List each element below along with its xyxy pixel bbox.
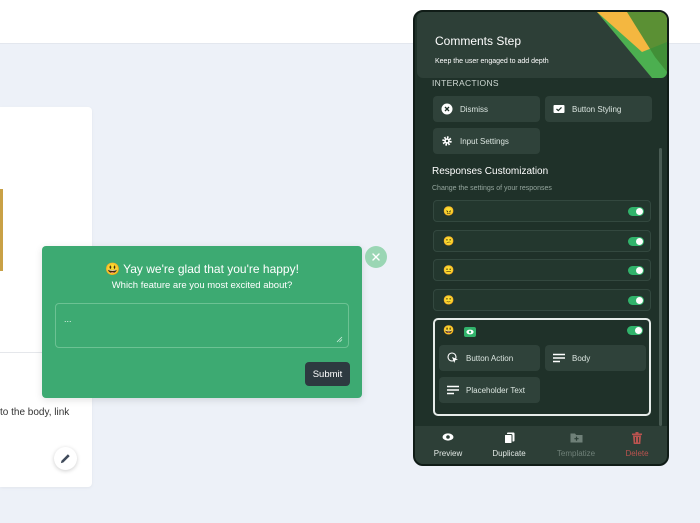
- input-settings-button[interactable]: Input Settings: [433, 128, 540, 154]
- copy-icon: [479, 432, 539, 445]
- body-label: Body: [572, 353, 591, 363]
- popup-subtitle: Which feature are you most excited about…: [111, 280, 293, 291]
- popup-title-text: Yay we're glad that you're happy!: [123, 262, 299, 276]
- input-settings-label: Input Settings: [460, 136, 509, 146]
- text-lines-icon: [447, 384, 459, 396]
- responses-title: Responses Customization: [432, 166, 549, 177]
- pointer-click-icon: [447, 352, 459, 364]
- response-row[interactable]: 😠: [433, 200, 651, 222]
- response-emoji: 😃: [443, 325, 455, 335]
- text-lines-icon: [553, 352, 565, 364]
- button-styling-button[interactable]: Button Styling: [545, 96, 652, 122]
- survey-popup: 😃 Yay we're glad that you're happy! Whic…: [42, 246, 362, 398]
- response-row[interactable]: 🙂: [433, 289, 651, 311]
- preview-eye-icon[interactable]: [464, 327, 476, 337]
- dismiss-button[interactable]: Dismiss: [433, 96, 540, 122]
- response-emoji: 😠: [443, 206, 455, 216]
- response-row[interactable]: 😐: [433, 259, 651, 281]
- gear-icon: [441, 135, 453, 147]
- preview-label: Preview: [433, 449, 463, 458]
- response-toggle[interactable]: [628, 266, 644, 275]
- eye-icon: [418, 432, 478, 445]
- card-body-text: to the body, link: [0, 407, 70, 418]
- folder-plus-icon: [546, 432, 606, 445]
- placeholder-text-button[interactable]: Placeholder Text: [439, 377, 540, 403]
- panel-header: Comments Step Keep the user engaged to a…: [417, 12, 667, 78]
- comment-textarea[interactable]: ...: [55, 303, 349, 348]
- panel-scrollbar[interactable]: [659, 148, 662, 426]
- popup-close-button[interactable]: [365, 246, 387, 268]
- close-icon: [372, 253, 380, 261]
- button-action-button[interactable]: Button Action: [439, 345, 540, 371]
- edit-button[interactable]: [54, 447, 77, 470]
- popup-emoji: 😃: [105, 262, 120, 276]
- templatize-button[interactable]: Templatize: [546, 432, 606, 458]
- response-emoji: 🙂: [443, 295, 455, 305]
- response-toggle[interactable]: [627, 326, 643, 335]
- close-circle-icon: [441, 103, 453, 115]
- popup-title: 😃 Yay we're glad that you're happy!: [42, 262, 362, 276]
- pencil-icon: [60, 454, 70, 464]
- trash-icon: [607, 432, 667, 445]
- response-emoji: 😐: [443, 265, 455, 275]
- panel-footer: Preview Duplicate Templatize Delete: [415, 426, 667, 464]
- delete-label: Delete: [625, 449, 649, 458]
- button-styling-icon: [553, 103, 565, 115]
- button-action-label: Button Action: [466, 353, 514, 363]
- step-settings-panel: Comments Step Keep the user engaged to a…: [413, 10, 669, 466]
- delete-button[interactable]: Delete: [607, 432, 667, 458]
- response-row-expanded[interactable]: 😃 Button Action Body Placeholder Text: [433, 318, 651, 416]
- resize-handle-icon[interactable]: [336, 336, 343, 343]
- panel-subtitle: Keep the user engaged to add depth: [435, 58, 549, 65]
- dismiss-label: Dismiss: [460, 104, 488, 114]
- response-emoji: 😕: [443, 236, 455, 246]
- response-toggle[interactable]: [628, 296, 644, 305]
- image-edge: [0, 189, 3, 271]
- duplicate-label: Duplicate: [492, 449, 526, 458]
- templatize-label: Templatize: [556, 449, 596, 458]
- response-toggle[interactable]: [628, 207, 644, 216]
- response-row[interactable]: 😕: [433, 230, 651, 252]
- interactions-label: INTERACTIONS: [432, 78, 499, 88]
- duplicate-button[interactable]: Duplicate: [479, 432, 539, 458]
- preview-button[interactable]: Preview: [418, 432, 478, 458]
- textarea-placeholder: ...: [64, 314, 72, 324]
- body-button[interactable]: Body: [545, 345, 646, 371]
- response-toggle[interactable]: [628, 237, 644, 246]
- placeholder-text-label: Placeholder Text: [466, 385, 525, 395]
- button-styling-label: Button Styling: [572, 104, 622, 114]
- submit-button[interactable]: Submit: [305, 362, 350, 386]
- panel-title: Comments Step: [435, 34, 522, 48]
- header-decoration-graphic: [597, 12, 667, 78]
- responses-subtitle: Change the settings of your responses: [432, 185, 552, 192]
